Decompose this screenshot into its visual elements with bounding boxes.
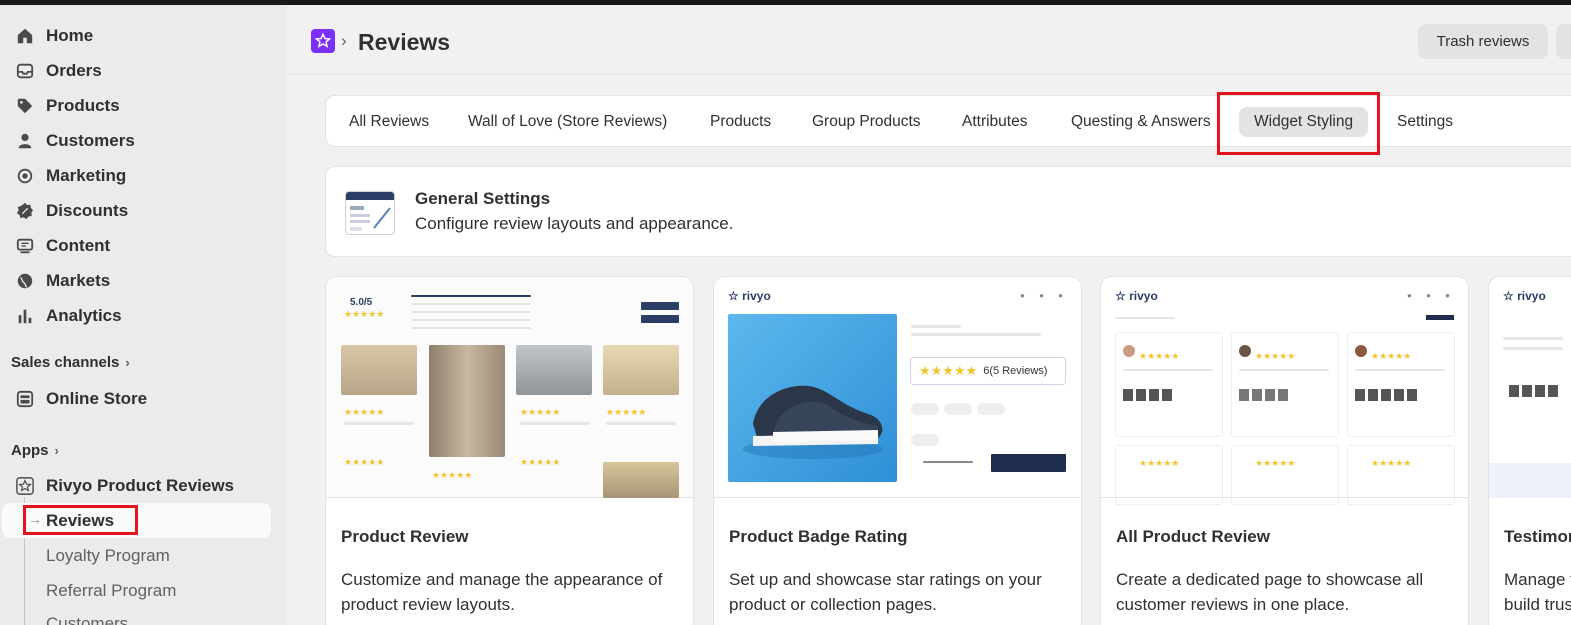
general-settings-title: General Settings [415,189,551,208]
sidebar-item-label: Discounts [46,200,129,220]
all-reviews-preview: ☆ rivyo ● ● ● ★★★★★ ★★★★★ ★★★★★ ★★★★★ ★★… [1101,277,1468,505]
card-title: Product Review [341,527,469,546]
product-review-preview: 5.0/5 ★★★★★ ★★★★★ ★★★★★ ★★★★★ ★★★★★ ★★★★… [326,277,693,498]
sidebar-item-orders[interactable]: Orders [0,54,280,87]
preview-rating: 5.0/5 [350,297,373,308]
sidebar-item-customers-sub[interactable]: Customers [46,614,128,625]
sidebar-item-home[interactable]: Home [0,19,280,52]
card-all-product-review[interactable]: ☆ rivyo ● ● ● ★★★★★ ★★★★★ ★★★★★ ★★★★★ ★★… [1100,276,1469,625]
sidebar-item-analytics[interactable]: Analytics [0,299,280,332]
tab-wall-of-love[interactable]: Wall of Love (Store Reviews) [458,107,677,137]
sidebar-item-loyalty-program[interactable]: Loyalty Program [46,546,170,566]
tab-attributes[interactable]: Attributes [952,107,1037,137]
sidebar-item-label: Analytics [46,305,122,325]
discount-icon [14,200,36,222]
settings-illustration-icon [345,191,395,235]
highlight-box-widget-styling [1217,92,1380,155]
card-description: Customize and manage the appearance of p… [341,570,663,614]
badge-rating-preview: ☆ rivyo ● ● ● ★★★★★ 6(5 Reviews) [714,277,1081,498]
sidebar-item-label: Content [46,235,111,255]
rivyo-logo: ☆ rivyo [1503,289,1546,303]
sidebar-item-label: Online Store [46,388,148,408]
card-product-review[interactable]: 5.0/5 ★★★★★ ★★★★★ ★★★★★ ★★★★★ ★★★★★ ★★★★… [325,276,694,625]
sidebar-item-content[interactable]: Content [0,229,280,262]
tab-products[interactable]: Products [700,107,781,137]
tab-questions-answers[interactable]: Questing & Answers [1061,107,1221,137]
rivyo-app-icon[interactable] [311,29,335,53]
sidebar-item-products[interactable]: Products [0,89,280,122]
chevron-right-icon: › [125,355,130,370]
testimonials-preview: ☆ rivyo [1489,277,1571,498]
target-icon [14,165,36,187]
sidebar-item-label: Home [46,25,94,45]
content-icon [14,235,36,257]
sidebar-item-customers[interactable]: Customers [0,124,280,157]
card-title: Testimonials [1504,527,1571,546]
card-title: All Product Review [1116,527,1270,546]
badge-rating-widget: ★★★★★ 6(5 Reviews) [910,357,1066,385]
sales-channels-heading[interactable]: Sales channels › [11,354,130,371]
card-title: Product Badge Rating [729,527,908,546]
card-description: Set up and showcase star ratings on your… [729,570,1042,614]
rivyo-logo: ☆ rivyo [728,289,771,303]
sidebar-item-rivyo-app[interactable]: Rivyo Product Reviews [0,469,280,502]
highlight-box-reviews [23,505,138,535]
sidebar-item-label: Rivyo Product Reviews [46,475,235,495]
card-description: Create a dedicated page to showcase all … [1116,570,1424,614]
card-testimonials[interactable]: ☆ rivyo Testimonials Manage testimonials… [1488,276,1571,625]
apps-heading[interactable]: Apps › [11,442,59,459]
bar-chart-icon [14,305,36,327]
sidebar-item-label: Marketing [46,165,127,185]
person-icon [14,130,36,152]
sidebar-item-referral-program[interactable]: Referral Program [46,581,176,601]
sales-channels-label: Sales channels [11,354,120,371]
sidebar-item-label: Markets [46,270,111,290]
general-settings-subtitle: Configure review layouts and appearance. [415,214,734,233]
apps-label: Apps [11,442,49,459]
tab-settings[interactable]: Settings [1387,107,1463,137]
sidebar-item-online-store[interactable]: Online Store [0,382,280,415]
sidebar-item-label: Customers [46,130,135,150]
tab-group-products[interactable]: Group Products [802,107,931,137]
chevron-right-icon: › [54,443,59,458]
preview-stars: ★★★★★ [344,309,385,319]
page-title: Reviews [358,29,451,55]
app-star-icon [14,475,36,497]
home-icon [14,25,36,47]
sidebar-item-markets[interactable]: Markets [0,264,280,297]
preview-toolbar-icons: ● ● ● [1020,291,1069,300]
sidebar-item-label: Orders [46,60,102,80]
trash-reviews-button[interactable]: Trash reviews [1418,24,1548,59]
breadcrumb-chevron-icon: › [341,31,347,50]
general-settings-card[interactable] [325,166,1571,257]
storefront-icon [14,388,36,410]
tag-icon [14,95,36,117]
sidebar-item-label: Products [46,95,120,115]
sidebar-item-discounts[interactable]: Discounts [0,194,280,227]
sidebar-item-marketing[interactable]: Marketing [0,159,280,192]
globe-icon [14,270,36,292]
more-actions-button[interactable] [1556,24,1571,59]
card-description: Manage testimonials to build trust. [1504,570,1571,614]
rivyo-logo: ☆ rivyo [1115,289,1158,303]
card-product-badge-rating[interactable]: ☆ rivyo ● ● ● ★★★★★ 6(5 Reviews) Product… [713,276,1082,625]
shoe-image [728,314,897,482]
preview-toolbar-icons: ● ● ● [1407,291,1456,300]
inbox-icon [14,60,36,82]
page-header [286,5,1571,75]
tab-all-reviews[interactable]: All Reviews [339,107,439,137]
